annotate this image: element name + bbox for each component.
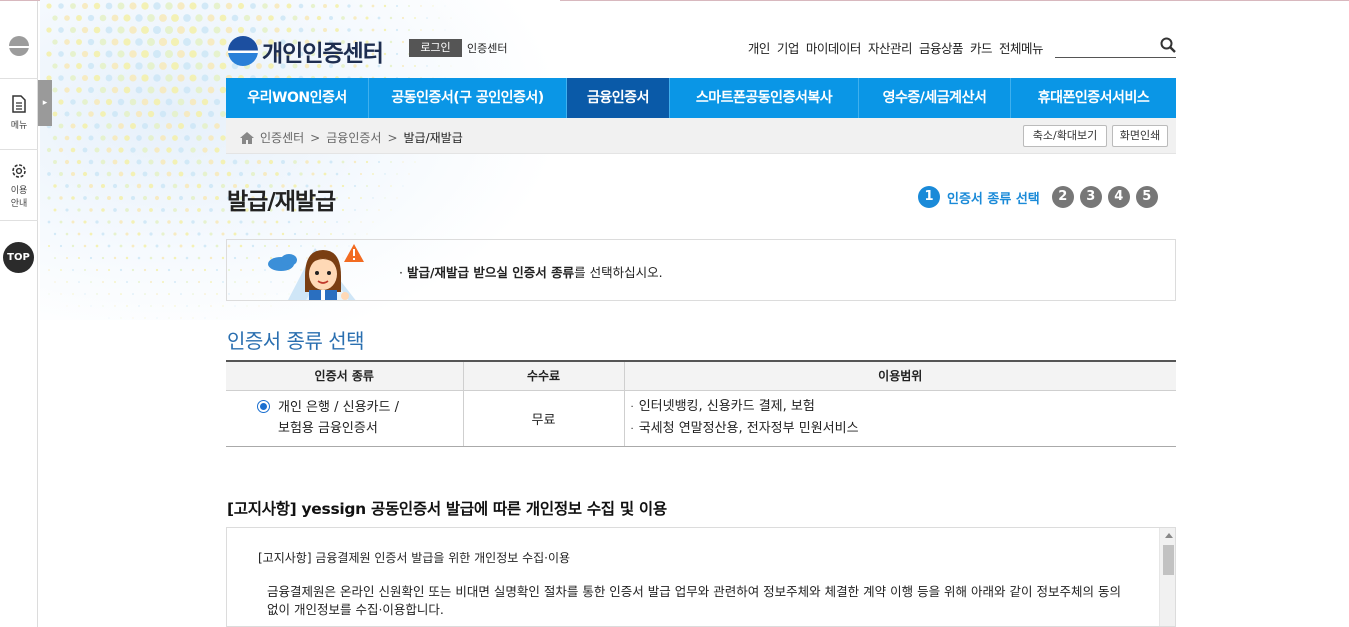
info-message: · 발급/재발급 받으실 인증서 종류를 선택하십시오. xyxy=(399,262,663,281)
tab-receipt-tax-invoice[interactable]: 영수증/세금계산서 xyxy=(859,78,1011,118)
gnb-item-all-menu[interactable]: 전체메뉴 xyxy=(999,38,1044,57)
scroll-up-icon[interactable] xyxy=(1165,533,1173,538)
home-icon[interactable] xyxy=(240,131,254,144)
tab-mobile-cert-service[interactable]: 휴대폰인증서서비스 xyxy=(1011,78,1176,118)
menu-label: 메뉴 xyxy=(10,121,28,131)
usage-item-text: 국세청 연말정산용, 전자정부 민원서비스 xyxy=(638,421,859,436)
info-box: · 발급/재발급 받으실 인증서 종류를 선택하십시오. xyxy=(226,239,1176,301)
breadcrumb-item-financial-cert[interactable]: 금융인증서 xyxy=(326,129,381,146)
global-nav: 개인 기업 마이데이터 자산관리 금융상품 카드 전체메뉴 xyxy=(748,38,1044,57)
search-icon[interactable] xyxy=(1160,37,1176,53)
notice-title: [고지사항] yessign 공동인증서 발급에 따른 개인정보 수집 및 이용 xyxy=(227,500,667,518)
usage-guide-label-2: 안내 xyxy=(10,199,28,209)
info-message-rest: 를 선택하십시오. xyxy=(574,265,663,280)
notice-box-body: 금융결제원은 온라인 신원확인 또는 비대면 실명확인 절차를 통한 인증서 발… xyxy=(267,584,1121,617)
notice-box-heading: [고지사항] 금융결제원 인증서 발급을 위한 개인정보 수집·이용 xyxy=(258,551,571,565)
document-icon xyxy=(12,95,26,113)
tab-smartphone-cert-copy[interactable]: 스마트폰공동인증서복사 xyxy=(670,78,859,118)
bullet: · xyxy=(399,265,403,280)
notice-scrollbar[interactable] xyxy=(1159,528,1175,626)
cert-type-radio[interactable] xyxy=(257,400,270,413)
gnb-item-asset[interactable]: 자산관리 xyxy=(868,38,913,57)
usage-item-text: 인터넷뱅킹, 신용카드 결제, 보험 xyxy=(638,399,815,414)
scrollbar-thumb[interactable] xyxy=(1163,545,1174,575)
table-header-row: 인증서 종류 수수료 이용범위 xyxy=(226,361,1176,391)
breadcrumb-item-cert-center[interactable]: 인증센터 xyxy=(260,129,304,146)
info-message-bold: 발급/재발급 받으실 인증서 종류 xyxy=(406,265,575,280)
gnb-item-mydata[interactable]: 마이데이터 xyxy=(806,38,862,57)
breadcrumb: 인증센터 > 금융인증서 > 발급/재발급 축소/확대보기 화면인쇄 xyxy=(226,118,1176,154)
tab-financial-cert[interactable]: 금융인증서 xyxy=(567,78,670,118)
gear-icon xyxy=(12,164,26,178)
search-input[interactable] xyxy=(1055,36,1176,58)
column-header-fee: 수수료 xyxy=(463,361,625,391)
gnb-item-business[interactable]: 기업 xyxy=(777,38,800,57)
logo-title: 개인인증센터 xyxy=(262,41,384,67)
fee-cell: 무료 xyxy=(463,390,625,447)
usage-guide-button[interactable]: 이용 안내 xyxy=(0,162,38,209)
usage-guide-label-1: 이용 xyxy=(10,186,28,196)
gnb-item-card[interactable]: 카드 xyxy=(970,38,993,57)
scroll-top-button[interactable]: TOP xyxy=(3,242,34,273)
step-indicator: 1 인증서 종류 선택 2 3 4 5 xyxy=(918,186,1158,208)
site-logo[interactable]: 개인인증센터 xyxy=(228,34,384,68)
gnb-item-personal[interactable]: 개인 xyxy=(748,38,771,57)
zoom-button[interactable]: 축소/확대보기 xyxy=(1023,125,1107,147)
logo-mark-icon xyxy=(228,36,258,66)
page-title: 발급/재발급 xyxy=(227,189,336,215)
guide-character-illustration xyxy=(268,244,364,300)
login-button[interactable]: 로그인 xyxy=(409,39,462,57)
gnb-item-products[interactable]: 금융상품 xyxy=(919,38,964,57)
breadcrumb-separator: > xyxy=(310,130,321,145)
print-button[interactable]: 화면인쇄 xyxy=(1112,125,1168,147)
step-1-label: 인증서 종류 선택 xyxy=(947,191,1040,207)
cert-type-line-1: 개인 은행 / 신용카드 / xyxy=(278,400,399,415)
step-5-badge: 5 xyxy=(1135,186,1158,208)
section-title: 인증서 종류 선택 xyxy=(227,329,365,353)
cert-center-link[interactable]: 인증센터 xyxy=(467,40,507,56)
step-3-badge: 3 xyxy=(1079,186,1102,208)
step-4-badge: 4 xyxy=(1107,186,1130,208)
quick-sidebar: 메뉴 이용 안내 TOP xyxy=(0,1,38,627)
usage-item: · 인터넷뱅킹, 신용카드 결제, 보험 xyxy=(630,399,815,414)
chevron-right-icon: ▸ xyxy=(38,80,52,126)
main-nav: 우리WON인증서 공동인증서(구 공인인증서) 금융인증서 스마트폰공동인증서복… xyxy=(226,78,1176,118)
cert-type-table: 인증서 종류 수수료 이용범위 개인 은행 / 신용카드 / 보험용 금융인증서… xyxy=(226,360,1176,447)
menu-button[interactable]: 메뉴 xyxy=(0,95,38,131)
table-row[interactable]: 개인 은행 / 신용카드 / 보험용 금융인증서 무료 · 인터넷뱅킹, 신용카드… xyxy=(226,390,1176,447)
breadcrumb-item-current: 발급/재발급 xyxy=(403,131,463,145)
column-header-cert-type: 인증서 종류 xyxy=(226,361,464,391)
step-1-badge: 1 xyxy=(918,186,940,208)
cert-type-cell[interactable]: 개인 은행 / 신용카드 / 보험용 금융인증서 xyxy=(226,390,464,447)
usage-item: · 국세청 연말정산용, 전자정부 민원서비스 xyxy=(630,421,859,436)
breadcrumb-separator: > xyxy=(387,130,398,145)
quick-logo-icon[interactable] xyxy=(0,35,38,60)
cert-type-line-2: 보험용 금융인증서 xyxy=(278,421,378,436)
usage-scope-cell: · 인터넷뱅킹, 신용카드 결제, 보험 · 국세청 연말정산용, 전자정부 민원서… xyxy=(624,390,1176,447)
tab-woori-won-cert[interactable]: 우리WON인증서 xyxy=(226,78,369,118)
tab-joint-cert[interactable]: 공동인증서(구 공인인증서) xyxy=(369,78,567,118)
notice-scroll-box[interactable]: [고지사항] 금융결제원 인증서 발급을 위한 개인정보 수집·이용 금융결제원… xyxy=(226,527,1176,627)
step-2-badge: 2 xyxy=(1051,186,1074,208)
window-top-line xyxy=(0,0,1349,1)
column-header-usage-scope: 이용범위 xyxy=(624,361,1176,391)
